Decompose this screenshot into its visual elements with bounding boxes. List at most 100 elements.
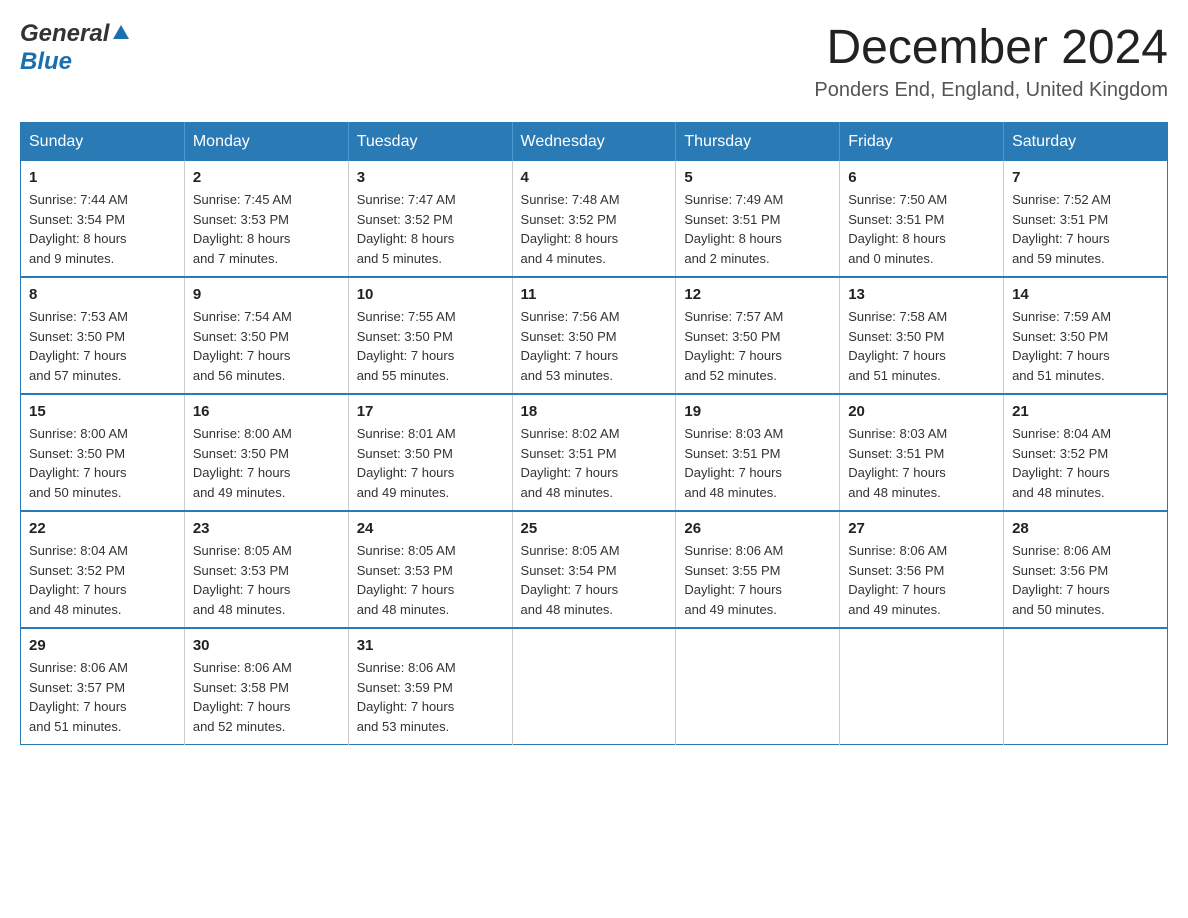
day-info: Sunrise: 8:06 AMSunset: 3:57 PMDaylight:… (29, 658, 176, 736)
day-info: Sunrise: 7:58 AMSunset: 3:50 PMDaylight:… (848, 307, 995, 385)
day-number: 13 (848, 286, 995, 303)
calendar-week-row: 29 Sunrise: 8:06 AMSunset: 3:57 PMDaylig… (21, 628, 1168, 745)
day-info: Sunrise: 8:01 AMSunset: 3:50 PMDaylight:… (357, 424, 504, 502)
logo-general: General (20, 20, 109, 48)
day-info: Sunrise: 8:05 AMSunset: 3:54 PMDaylight:… (521, 541, 668, 619)
calendar-table: Sunday Monday Tuesday Wednesday Thursday… (20, 122, 1168, 745)
day-info: Sunrise: 8:04 AMSunset: 3:52 PMDaylight:… (29, 541, 176, 619)
day-info: Sunrise: 7:47 AMSunset: 3:52 PMDaylight:… (357, 190, 504, 268)
day-info: Sunrise: 7:55 AMSunset: 3:50 PMDaylight:… (357, 307, 504, 385)
header-sunday: Sunday (21, 123, 185, 162)
day-info: Sunrise: 7:54 AMSunset: 3:50 PMDaylight:… (193, 307, 340, 385)
header-monday: Monday (184, 123, 348, 162)
day-number: 31 (357, 637, 504, 654)
day-number: 28 (1012, 520, 1159, 537)
logo: General Blue (20, 20, 130, 76)
day-info: Sunrise: 8:02 AMSunset: 3:51 PMDaylight:… (521, 424, 668, 502)
day-info: Sunrise: 8:04 AMSunset: 3:52 PMDaylight:… (1012, 424, 1159, 502)
day-number: 21 (1012, 403, 1159, 420)
table-row (1004, 628, 1168, 745)
day-info: Sunrise: 7:53 AMSunset: 3:50 PMDaylight:… (29, 307, 176, 385)
table-row: 8 Sunrise: 7:53 AMSunset: 3:50 PMDayligh… (21, 277, 185, 394)
day-number: 22 (29, 520, 176, 537)
table-row: 24 Sunrise: 8:05 AMSunset: 3:53 PMDaylig… (348, 511, 512, 628)
header-saturday: Saturday (1004, 123, 1168, 162)
day-number: 15 (29, 403, 176, 420)
day-info: Sunrise: 8:03 AMSunset: 3:51 PMDaylight:… (848, 424, 995, 502)
table-row (512, 628, 676, 745)
day-number: 7 (1012, 169, 1159, 186)
day-number: 2 (193, 169, 340, 186)
table-row: 6 Sunrise: 7:50 AMSunset: 3:51 PMDayligh… (840, 161, 1004, 277)
day-number: 16 (193, 403, 340, 420)
day-number: 17 (357, 403, 504, 420)
day-number: 23 (193, 520, 340, 537)
day-info: Sunrise: 8:06 AMSunset: 3:56 PMDaylight:… (848, 541, 995, 619)
header-wednesday: Wednesday (512, 123, 676, 162)
calendar-header-row: Sunday Monday Tuesday Wednesday Thursday… (21, 123, 1168, 162)
table-row (840, 628, 1004, 745)
calendar-week-row: 1 Sunrise: 7:44 AMSunset: 3:54 PMDayligh… (21, 161, 1168, 277)
table-row: 23 Sunrise: 8:05 AMSunset: 3:53 PMDaylig… (184, 511, 348, 628)
table-row: 16 Sunrise: 8:00 AMSunset: 3:50 PMDaylig… (184, 394, 348, 511)
day-info: Sunrise: 7:45 AMSunset: 3:53 PMDaylight:… (193, 190, 340, 268)
day-number: 14 (1012, 286, 1159, 303)
table-row (676, 628, 840, 745)
table-row: 14 Sunrise: 7:59 AMSunset: 3:50 PMDaylig… (1004, 277, 1168, 394)
day-info: Sunrise: 8:03 AMSunset: 3:51 PMDaylight:… (684, 424, 831, 502)
logo-blue: Blue (20, 48, 72, 75)
table-row: 15 Sunrise: 8:00 AMSunset: 3:50 PMDaylig… (21, 394, 185, 511)
table-row: 22 Sunrise: 8:04 AMSunset: 3:52 PMDaylig… (21, 511, 185, 628)
day-info: Sunrise: 8:06 AMSunset: 3:55 PMDaylight:… (684, 541, 831, 619)
day-number: 24 (357, 520, 504, 537)
day-number: 25 (521, 520, 668, 537)
table-row: 2 Sunrise: 7:45 AMSunset: 3:53 PMDayligh… (184, 161, 348, 277)
day-number: 3 (357, 169, 504, 186)
table-row: 17 Sunrise: 8:01 AMSunset: 3:50 PMDaylig… (348, 394, 512, 511)
table-row: 13 Sunrise: 7:58 AMSunset: 3:50 PMDaylig… (840, 277, 1004, 394)
day-number: 26 (684, 520, 831, 537)
day-info: Sunrise: 8:06 AMSunset: 3:59 PMDaylight:… (357, 658, 504, 736)
table-row: 1 Sunrise: 7:44 AMSunset: 3:54 PMDayligh… (21, 161, 185, 277)
day-number: 9 (193, 286, 340, 303)
day-info: Sunrise: 7:50 AMSunset: 3:51 PMDaylight:… (848, 190, 995, 268)
day-number: 30 (193, 637, 340, 654)
day-number: 11 (521, 286, 668, 303)
table-row: 29 Sunrise: 8:06 AMSunset: 3:57 PMDaylig… (21, 628, 185, 745)
calendar-week-row: 22 Sunrise: 8:04 AMSunset: 3:52 PMDaylig… (21, 511, 1168, 628)
table-row: 9 Sunrise: 7:54 AMSunset: 3:50 PMDayligh… (184, 277, 348, 394)
day-info: Sunrise: 8:00 AMSunset: 3:50 PMDaylight:… (193, 424, 340, 502)
day-number: 4 (521, 169, 668, 186)
day-number: 20 (848, 403, 995, 420)
table-row: 3 Sunrise: 7:47 AMSunset: 3:52 PMDayligh… (348, 161, 512, 277)
table-row: 21 Sunrise: 8:04 AMSunset: 3:52 PMDaylig… (1004, 394, 1168, 511)
table-row: 26 Sunrise: 8:06 AMSunset: 3:55 PMDaylig… (676, 511, 840, 628)
table-row: 7 Sunrise: 7:52 AMSunset: 3:51 PMDayligh… (1004, 161, 1168, 277)
day-info: Sunrise: 8:00 AMSunset: 3:50 PMDaylight:… (29, 424, 176, 502)
day-number: 29 (29, 637, 176, 654)
table-row: 11 Sunrise: 7:56 AMSunset: 3:50 PMDaylig… (512, 277, 676, 394)
day-info: Sunrise: 8:05 AMSunset: 3:53 PMDaylight:… (193, 541, 340, 619)
day-number: 6 (848, 169, 995, 186)
logo-arrow-icon (112, 23, 130, 46)
day-info: Sunrise: 7:49 AMSunset: 3:51 PMDaylight:… (684, 190, 831, 268)
day-number: 27 (848, 520, 995, 537)
table-row: 30 Sunrise: 8:06 AMSunset: 3:58 PMDaylig… (184, 628, 348, 745)
day-info: Sunrise: 7:56 AMSunset: 3:50 PMDaylight:… (521, 307, 668, 385)
day-number: 10 (357, 286, 504, 303)
table-row: 4 Sunrise: 7:48 AMSunset: 3:52 PMDayligh… (512, 161, 676, 277)
header-thursday: Thursday (676, 123, 840, 162)
day-info: Sunrise: 8:06 AMSunset: 3:56 PMDaylight:… (1012, 541, 1159, 619)
day-number: 5 (684, 169, 831, 186)
table-row: 31 Sunrise: 8:06 AMSunset: 3:59 PMDaylig… (348, 628, 512, 745)
calendar-week-row: 15 Sunrise: 8:00 AMSunset: 3:50 PMDaylig… (21, 394, 1168, 511)
day-number: 18 (521, 403, 668, 420)
day-number: 12 (684, 286, 831, 303)
page-header: General Blue December 2024 Ponders End, … (20, 20, 1168, 102)
day-info: Sunrise: 8:05 AMSunset: 3:53 PMDaylight:… (357, 541, 504, 619)
header-friday: Friday (840, 123, 1004, 162)
location-subtitle: Ponders End, England, United Kingdom (814, 79, 1168, 102)
month-title: December 2024 (814, 20, 1168, 75)
table-row: 10 Sunrise: 7:55 AMSunset: 3:50 PMDaylig… (348, 277, 512, 394)
table-row: 25 Sunrise: 8:05 AMSunset: 3:54 PMDaylig… (512, 511, 676, 628)
